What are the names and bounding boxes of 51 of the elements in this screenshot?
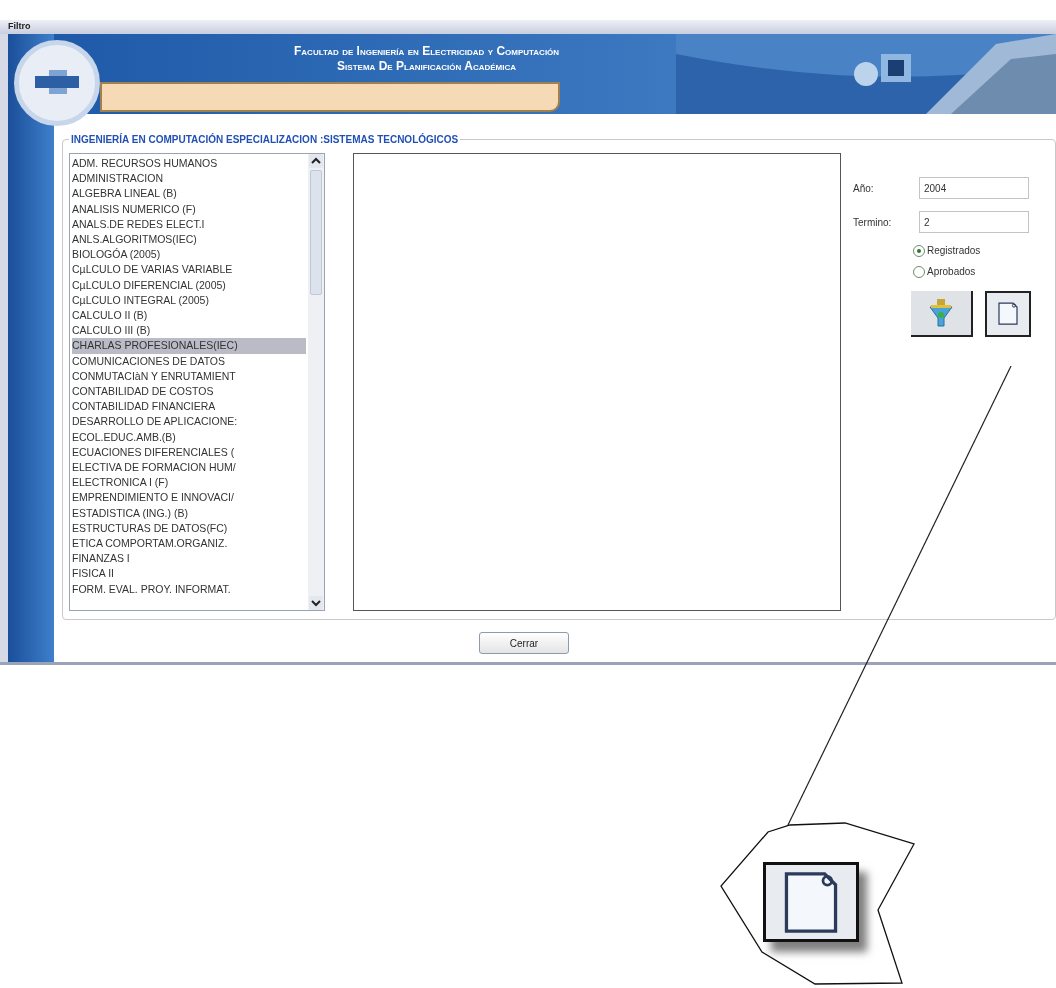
system-title: Sistema De Planificación Académica <box>337 60 516 72</box>
group-legend: INGENIERÍA EN COMPUTACIÓN ESPECIALIZACION :SISTEMAS TECNOLÓGICOS <box>69 132 461 147</box>
document-icon <box>997 302 1019 326</box>
list-item[interactable]: ELECTRONICA I (F) <box>72 475 306 491</box>
list-item[interactable]: ANALS.DE REDES ELECT.I <box>72 216 306 232</box>
list-item[interactable]: ADM. RECURSOS HUMANOS <box>72 156 306 172</box>
faculty-title: Facultad de Ingeniería en Electricidad y Computación <box>294 43 560 60</box>
list-item[interactable]: CONMUTACIàN Y ENRUTAMIENT <box>72 368 306 385</box>
list-item[interactable]: CALCULO II (B) <box>72 308 306 324</box>
list-item[interactable]: FINANZAS I <box>72 551 306 567</box>
radio-button[interactable] <box>913 244 925 257</box>
input-field[interactable]: 2 <box>919 211 1029 233</box>
list-item[interactable]: ADMINISTRACION <box>72 171 306 187</box>
list-item[interactable]: CµLCULO INTEGRAL (2005) <box>72 292 306 309</box>
input-field[interactable]: 2004 <box>919 177 1029 199</box>
list-item[interactable]: CµLCULO DE VARIAS VARIABLE <box>72 262 306 278</box>
list-item[interactable]: FORM. EVAL. PROY. INFORMAT. <box>72 581 306 597</box>
list-item[interactable]: EMPRENDIMIENTO E INNOVACI/ <box>72 490 306 506</box>
subject-list[interactable] <box>69 153 325 611</box>
list-item[interactable]: ELECTIVA DE FORMACION HUM/ <box>72 460 306 476</box>
list-item[interactable]: ETICA COMPORTAM.ORGANIZ. <box>72 536 306 552</box>
list-item[interactable]: ESTRUCTURAS DE DATOS(FC) <box>72 520 306 537</box>
window-title: Filtro <box>8 20 31 34</box>
close-button[interactable]: Cerrar <box>479 632 569 654</box>
list-item[interactable]: ANLS.ALGORITMOS(IEC) <box>72 232 306 248</box>
funnel-icon <box>928 298 954 328</box>
list-item[interactable]: ALGEBRA LINEAL (B) <box>72 186 306 202</box>
filter-button[interactable] <box>911 291 973 337</box>
list-item[interactable]: CALCULO III (B) <box>72 323 306 339</box>
list-item[interactable]: ESTADISTICA (ING.) (B) <box>72 505 306 521</box>
scroll-down-icon[interactable] <box>309 596 323 610</box>
scroll-up-icon[interactable] <box>309 154 323 168</box>
list-item[interactable]: ECUACIONES DIFERENCIALES ( <box>72 444 306 461</box>
radio-label: Aprobados <box>927 265 976 279</box>
list-item[interactable]: CHARLAS PROFESIONALES(IEC) <box>72 338 306 354</box>
list-item[interactable]: FISICA II <box>72 566 306 582</box>
list-item[interactable]: CONTABILIDAD FINANCIERA <box>72 399 306 415</box>
list-item[interactable]: CONTABILIDAD DE COSTOS <box>72 384 306 400</box>
scroll-thumb[interactable] <box>310 170 322 295</box>
field-label: Termino: <box>853 215 893 230</box>
document-button[interactable] <box>985 291 1031 337</box>
radio-label: Registrados <box>927 244 981 258</box>
scrollbar[interactable] <box>308 154 324 610</box>
radio-button[interactable] <box>913 265 925 278</box>
field-label: Año: <box>853 181 875 196</box>
list-item[interactable]: BIOLOGÓA (2005) <box>72 247 306 263</box>
list-item[interactable]: CµLCULO DIFERENCIAL (2005) <box>72 277 306 293</box>
list-item[interactable]: COMUNICACIONES DE DATOS <box>72 353 306 369</box>
list-item[interactable]: DESARROLLO DE APLICACIONE: <box>72 414 306 430</box>
list-item[interactable]: ANALISIS NUMERICO (F) <box>72 201 306 217</box>
list-item[interactable]: ECOL.EDUC.AMB.(B) <box>72 429 306 445</box>
